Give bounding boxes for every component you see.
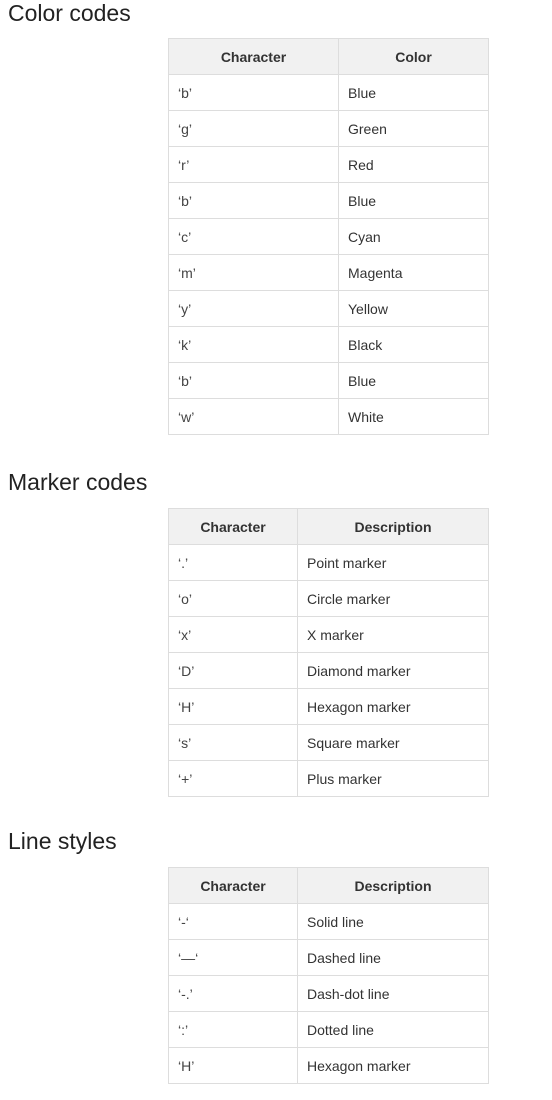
value-cell: Plus marker [297, 760, 489, 797]
value-cell: Hexagon marker [297, 688, 489, 725]
table-header-row: Character Color [168, 38, 489, 75]
table-row: ‘g’ Green [168, 110, 489, 147]
value-cell: Blue [338, 182, 489, 219]
table-row: ‘b’ Blue [168, 182, 489, 219]
value-cell: Circle marker [297, 580, 489, 617]
character-cell: ‘x’ [168, 616, 298, 653]
value-cell: Yellow [338, 290, 489, 327]
character-cell: ‘c’ [168, 218, 339, 255]
character-cell: ‘o’ [168, 580, 298, 617]
table-row: ‘m’ Magenta [168, 254, 489, 291]
character-cell: ‘w’ [168, 398, 339, 435]
table-row: ‘w’ White [168, 398, 489, 435]
color-codes-heading: Color codes [8, 0, 131, 26]
value-cell: Black [338, 326, 489, 363]
value-cell: Blue [338, 362, 489, 399]
table-row: ‘r’ Red [168, 146, 489, 183]
table-row: ‘.’ Point marker [168, 544, 489, 581]
table-header-row: Character Description [168, 508, 489, 545]
character-cell: ‘D’ [168, 652, 298, 689]
value-cell: Green [338, 110, 489, 147]
character-cell: ‘H’ [168, 688, 298, 725]
value-cell: Point marker [297, 544, 489, 581]
column-header-character: Character [168, 508, 298, 545]
table-row: ‘D’ Diamond marker [168, 652, 489, 689]
character-cell: ‘+’ [168, 760, 298, 797]
value-cell: Square marker [297, 724, 489, 761]
value-cell: Blue [338, 74, 489, 111]
line-styles-table: Character Description ‘-‘ Solid line ‘—‘ Da… [168, 867, 489, 1084]
table-row: ‘k’ Black [168, 326, 489, 363]
character-cell: ‘k’ [168, 326, 339, 363]
table-row: ‘H’ Hexagon marker [168, 1047, 489, 1084]
character-cell: ‘-‘ [168, 903, 298, 940]
marker-codes-heading: Marker codes [8, 469, 148, 495]
character-cell: ‘g’ [168, 110, 339, 147]
value-cell: Solid line [297, 903, 489, 940]
value-cell: X marker [297, 616, 489, 653]
table-row: ‘c’ Cyan [168, 218, 489, 255]
character-cell: ‘:’ [168, 1011, 298, 1048]
column-header-description: Description [297, 867, 489, 904]
table-row: ‘+’ Plus marker [168, 760, 489, 797]
character-cell: ‘b’ [168, 182, 339, 219]
table-row: ‘:’ Dotted line [168, 1011, 489, 1048]
table-row: ‘—‘ Dashed line [168, 939, 489, 976]
character-cell: ‘m’ [168, 254, 339, 291]
character-cell: ‘-.’ [168, 975, 298, 1012]
column-header-color: Color [338, 38, 489, 75]
table-row: ‘s’ Square marker [168, 724, 489, 761]
value-cell: Red [338, 146, 489, 183]
color-codes-table: Character Color ‘b’ Blue ‘g’ Green ‘r’ Red ‘b’… [168, 38, 489, 435]
value-cell: White [338, 398, 489, 435]
character-cell: ‘r’ [168, 146, 339, 183]
value-cell: Cyan [338, 218, 489, 255]
column-header-description: Description [297, 508, 489, 545]
value-cell: Dash-dot line [297, 975, 489, 1012]
marker-codes-table: Character Description ‘.’ Point marker ‘o’… [168, 508, 489, 797]
value-cell: Magenta [338, 254, 489, 291]
column-header-character: Character [168, 38, 339, 75]
character-cell: ‘b’ [168, 74, 339, 111]
table-row: ‘o’ Circle marker [168, 580, 489, 617]
table-row: ‘b’ Blue [168, 362, 489, 399]
value-cell: Diamond marker [297, 652, 489, 689]
line-styles-heading: Line styles [8, 828, 117, 854]
table-row: ‘H’ Hexagon marker [168, 688, 489, 725]
character-cell: ‘y’ [168, 290, 339, 327]
table-row: ‘y’ Yellow [168, 290, 489, 327]
value-cell: Hexagon marker [297, 1047, 489, 1084]
character-cell: ‘H’ [168, 1047, 298, 1084]
character-cell: ‘.’ [168, 544, 298, 581]
character-cell: ‘b’ [168, 362, 339, 399]
table-row: ‘-.’ Dash-dot line [168, 975, 489, 1012]
table-row: ‘-‘ Solid line [168, 903, 489, 940]
column-header-character: Character [168, 867, 298, 904]
value-cell: Dotted line [297, 1011, 489, 1048]
table-row: ‘x’ X marker [168, 616, 489, 653]
character-cell: ‘s’ [168, 724, 298, 761]
table-header-row: Character Description [168, 867, 489, 904]
value-cell: Dashed line [297, 939, 489, 976]
table-row: ‘b’ Blue [168, 74, 489, 111]
character-cell: ‘—‘ [168, 939, 298, 976]
